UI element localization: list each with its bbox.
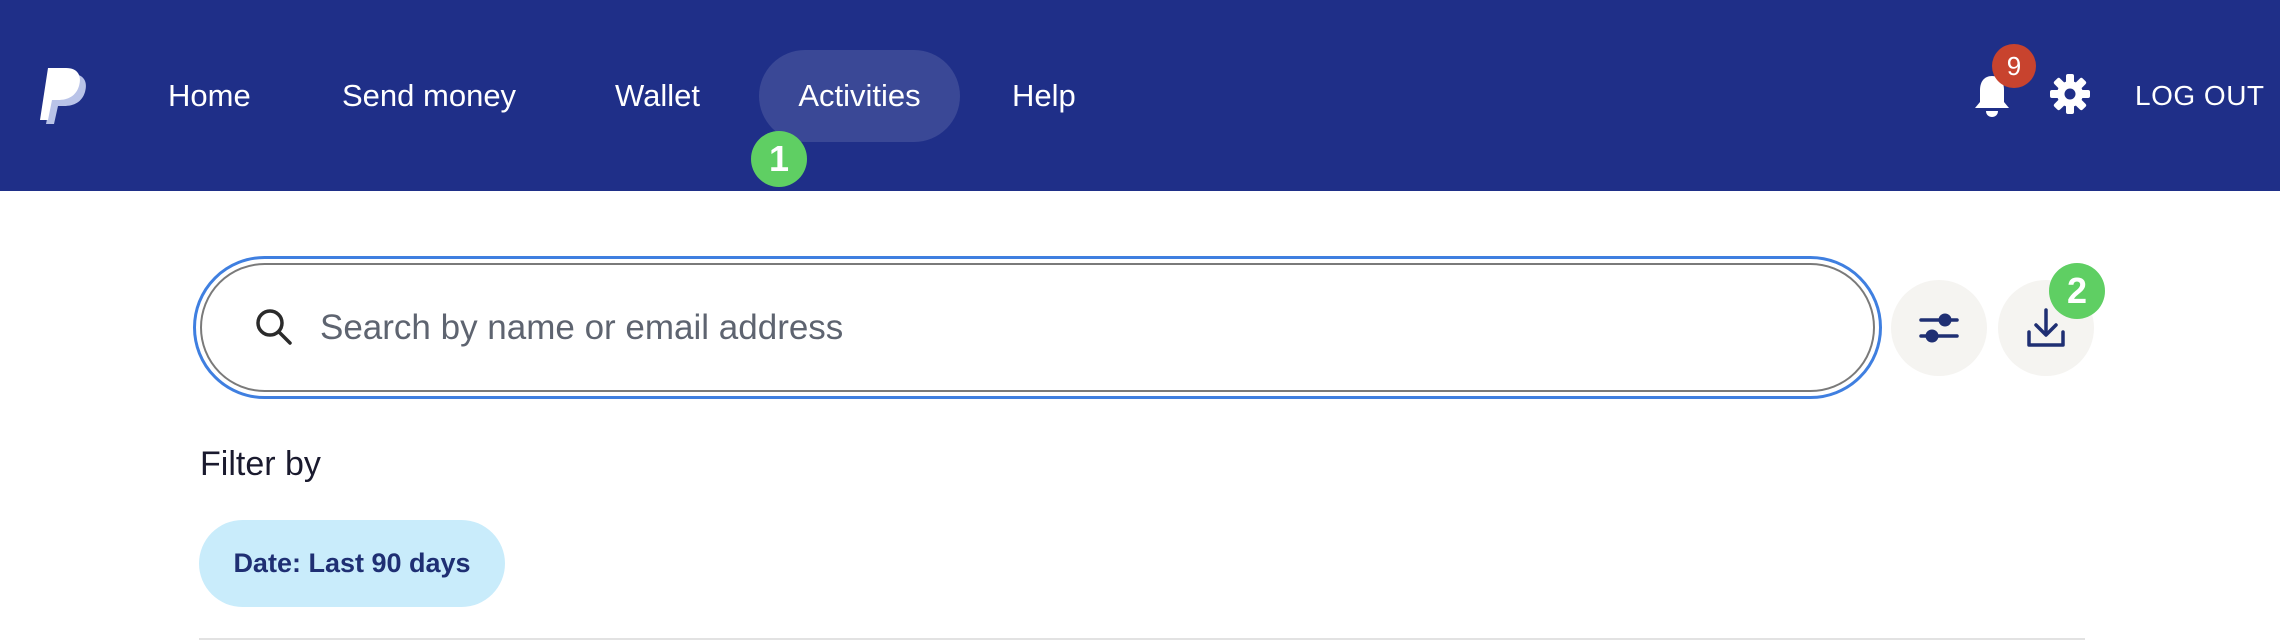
filter-options-button[interactable]	[1891, 280, 1987, 376]
top-navigation-bar: Home Send money Wallet Activities Help 9…	[0, 0, 2280, 191]
logout-link[interactable]: LOG OUT	[2135, 78, 2265, 114]
nav-help[interactable]: Help	[980, 50, 1108, 142]
nav-wallet[interactable]: Wallet	[583, 50, 732, 142]
nav-activities[interactable]: Activities	[759, 50, 960, 142]
gear-icon[interactable]	[2050, 74, 2090, 114]
search-field-inner	[200, 263, 1875, 392]
filter-by-heading: Filter by	[200, 445, 321, 483]
notification-count-badge: 9	[1992, 44, 2036, 88]
search-icon	[256, 309, 292, 345]
search-field[interactable]	[193, 256, 1882, 399]
nav-home[interactable]: Home	[136, 50, 283, 142]
nav-send-money[interactable]: Send money	[310, 50, 548, 142]
paypal-logo[interactable]	[38, 66, 90, 128]
download-icon	[2027, 308, 2065, 347]
date-filter-chip[interactable]: Date: Last 90 days	[199, 520, 505, 607]
step-marker-1: 1	[751, 131, 807, 187]
step-marker-2: 2	[2049, 263, 2105, 319]
search-input[interactable]	[320, 285, 1820, 371]
sliders-icon	[1919, 313, 1959, 343]
section-divider	[199, 638, 2085, 640]
